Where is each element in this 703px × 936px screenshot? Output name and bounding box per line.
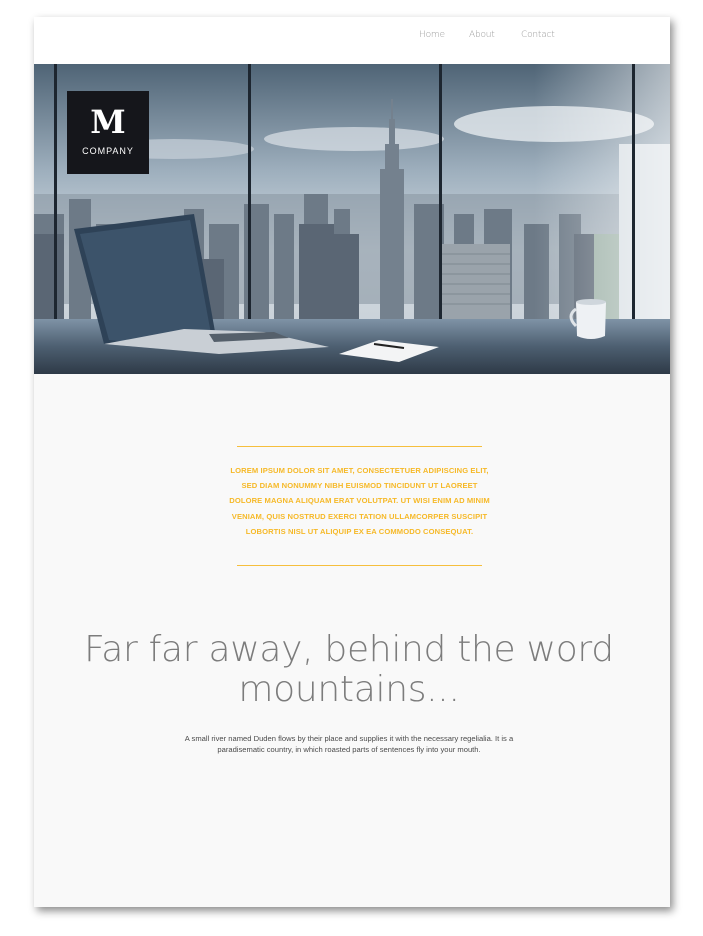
main-body-text: A small river named Duden flows by their… — [184, 734, 514, 754]
company-logo[interactable]: M COMPANY — [67, 91, 149, 174]
intro-top-divider — [237, 446, 482, 447]
logo-wordmark: COMPANY — [82, 146, 134, 156]
hero-image: M COMPANY — [34, 64, 670, 374]
header-bar: Home About Contact — [34, 17, 670, 64]
nav-about-link[interactable]: About — [469, 30, 495, 40]
main-headline: Far far away, behind the word mountains.… — [84, 629, 614, 710]
intro-text: LOREM IPSUM DOLOR SIT AMET, CONSECTETUER… — [229, 466, 490, 536]
page-card: Home About Contact M COMPANY LOREM IPSUM… — [34, 17, 670, 907]
logo-letter: M — [90, 103, 126, 141]
nav-contact-link[interactable]: Contact — [521, 30, 555, 40]
nav-home-link[interactable]: Home — [419, 30, 445, 40]
intro-bottom-divider — [237, 565, 482, 566]
